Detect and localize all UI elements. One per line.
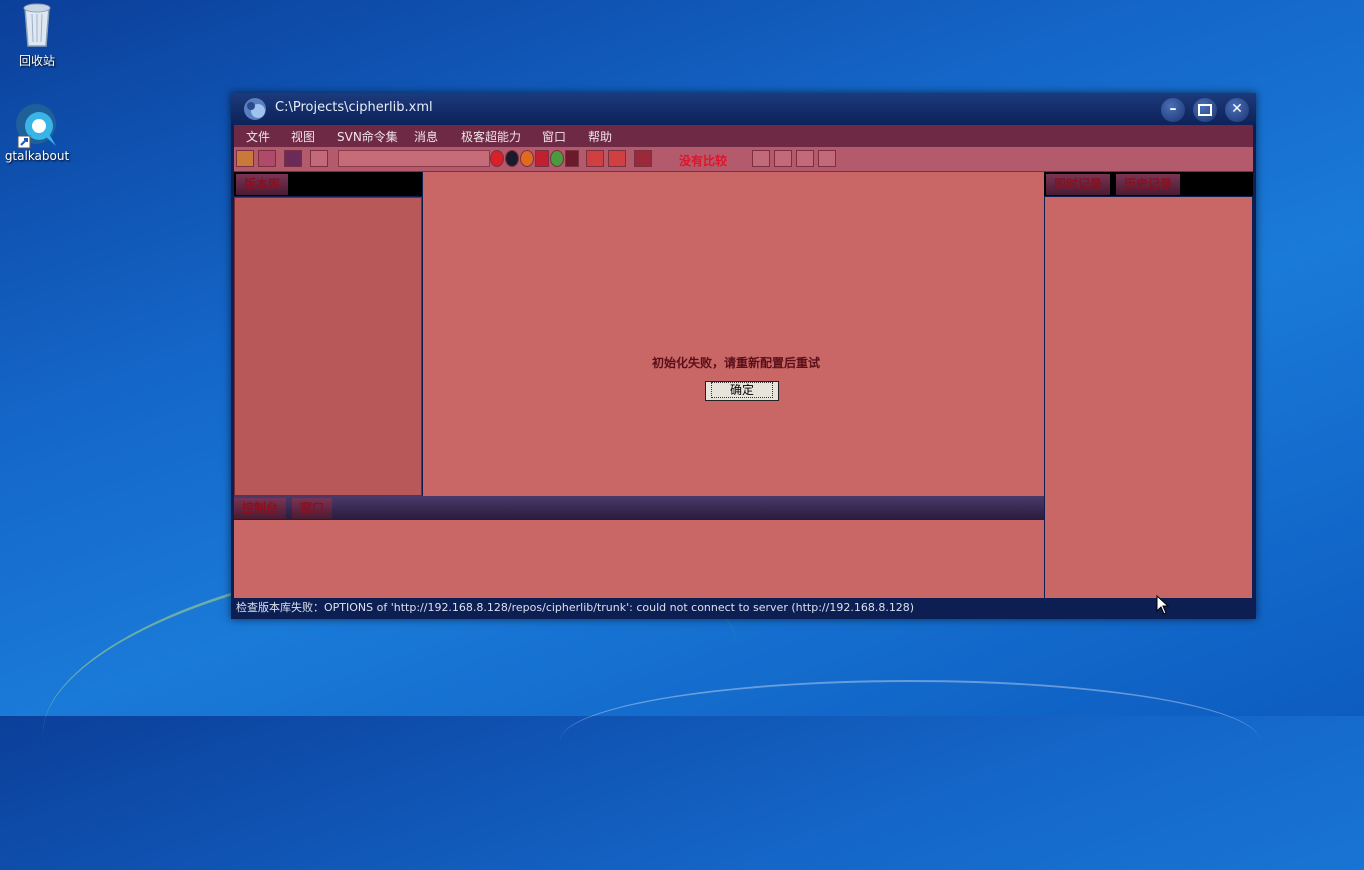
toolbar: 没有比较 [234, 147, 1253, 172]
dropdown-arrow-icon[interactable] [565, 150, 579, 167]
ok-button-label: 确定 [710, 382, 773, 398]
zoom-out-icon[interactable] [608, 150, 626, 167]
swap-icon[interactable] [796, 150, 814, 167]
compare-dark-icon[interactable] [505, 150, 519, 167]
tab-history-log[interactable]: 历史记录 [1116, 174, 1181, 195]
mouse-cursor-icon [1156, 594, 1170, 618]
console-output [234, 520, 1044, 598]
compare-status: 没有比较 [679, 154, 728, 168]
menu-window[interactable]: 窗口 [542, 128, 566, 145]
open-folder-icon[interactable] [236, 150, 254, 167]
export-icon[interactable] [634, 150, 652, 167]
menu-messages[interactable]: 消息 [414, 128, 438, 145]
recycle-bin-icon [0, 0, 77, 51]
compare-orange-icon[interactable] [520, 150, 534, 167]
gtalk-icon [0, 102, 77, 153]
repository-tree[interactable] [234, 197, 422, 496]
close-icon[interactable]: ✕ [1225, 98, 1249, 122]
path-input[interactable] [338, 150, 490, 167]
menu-help[interactable]: 帮助 [588, 128, 612, 145]
refresh-icon[interactable] [818, 150, 836, 167]
tab-live-log[interactable]: 即时记录 [1046, 174, 1111, 195]
main-content-area [423, 172, 1044, 496]
compare-red2-icon[interactable] [535, 150, 549, 167]
menu-view[interactable]: 视图 [291, 128, 315, 145]
fit-page-icon[interactable] [774, 150, 792, 167]
compare-red-icon[interactable] [490, 150, 504, 167]
filter-icon[interactable] [310, 150, 328, 167]
title-bar[interactable]: C:\Projects\cipherlib.xml – ✕ [231, 93, 1256, 125]
menu-svn-commands[interactable]: SVN命令集 [337, 128, 398, 145]
desktop-icon-label: 回收站 [18, 54, 55, 68]
menu-file[interactable]: 文件 [246, 128, 270, 145]
window-title: C:\Projects\cipherlib.xml [275, 100, 433, 115]
tab-window[interactable]: 窗口 [292, 498, 333, 519]
desktop-icon-gtalkabout[interactable]: gtalkabout [0, 102, 77, 163]
zoom-in-icon[interactable] [586, 150, 604, 167]
left-panel-tabs: 版本库 [234, 172, 422, 196]
fit-width-icon[interactable] [752, 150, 770, 167]
menu-geek-powers[interactable]: 极客超能力 [461, 128, 521, 145]
status-bar: 检查版本库失败：OPTIONS of 'http://192.168.8.128… [233, 599, 1254, 617]
compare-multi-icon[interactable] [550, 150, 564, 167]
error-message: 初始化失败，请重新配置后重试 [652, 356, 821, 370]
right-panel-tabs: 即时记录 历史记录 [1044, 172, 1253, 196]
app-logo-icon [241, 96, 269, 122]
minimize-icon[interactable]: – [1161, 98, 1185, 122]
wallpaper-streak [560, 680, 1260, 802]
search-repo-icon[interactable] [258, 150, 276, 167]
tab-repository[interactable]: 版本库 [236, 174, 289, 195]
maximize-icon[interactable] [1193, 98, 1217, 122]
tab-console[interactable]: 控制台 [234, 498, 287, 519]
ok-button[interactable]: 确定 [705, 381, 779, 401]
repository-icon[interactable] [284, 150, 302, 167]
log-panel [1045, 197, 1252, 598]
desktop-icon-label: gtalkabout [4, 149, 70, 163]
menu-bar: 文件 视图 SVN命令集 消息 极客超能力 窗口 帮助 [234, 125, 1253, 147]
desktop-icon-recycle-bin[interactable]: 回收站 [0, 0, 77, 69]
bottom-panel-tabs: 控制台 窗口 [234, 496, 1044, 520]
